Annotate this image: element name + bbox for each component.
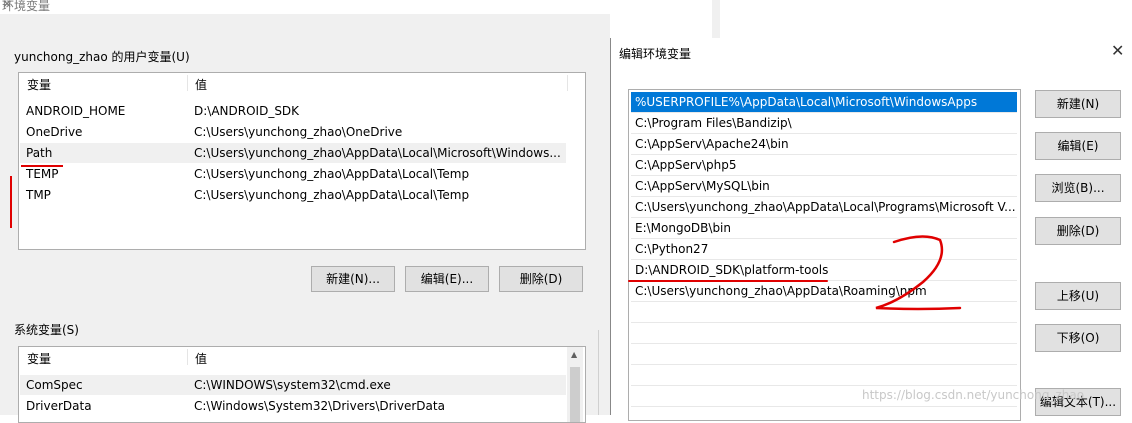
variable-value: C:\Users\yunchong_zhao\AppData\Local\Tem… — [194, 188, 470, 202]
move-up-button[interactable]: 上移(U) — [1035, 282, 1121, 310]
list-item[interactable]: C:\Program Files\Bandizip\ — [631, 113, 1017, 134]
red-vertical-annotation — [10, 176, 12, 228]
system-variables-label: 系统变量(S) — [14, 323, 79, 337]
browse-button[interactable]: 浏览(B)... — [1035, 174, 1121, 202]
table-row[interactable]: ANDROID_HOME D:\ANDROID_SDK — [20, 101, 566, 121]
table-header: 变量 值 — [19, 73, 585, 93]
variable-name: OneDrive — [26, 125, 83, 139]
path-text: E:\MongoDB\bin — [635, 221, 731, 235]
path-text: %USERPROFILE%\AppData\Local\Microsoft\Wi… — [635, 95, 978, 109]
variable-value: C:\Windows\System32\Drivers\DriverData — [194, 399, 445, 413]
handwritten-2-annotation — [875, 235, 962, 311]
scroll-up-arrow-icon[interactable]: ▲ — [571, 350, 577, 359]
path-text: C:\Users\yunchong_zhao\AppData\Local\Pro… — [635, 200, 1016, 214]
variable-name: DriverData — [26, 399, 92, 413]
column-divider — [187, 75, 188, 91]
dialog-title: 编辑环境变量 — [619, 47, 692, 61]
variable-name: TMP — [26, 188, 51, 202]
user-edit-button[interactable]: 编辑(E)... — [405, 266, 489, 292]
red-underline-annotation — [628, 280, 828, 282]
column-header-variable[interactable]: 变量 — [27, 350, 51, 367]
variable-name: ANDROID_HOME — [26, 104, 126, 118]
variable-name: TEMP — [26, 167, 59, 181]
new-button[interactable]: 新建(N) — [1035, 90, 1121, 118]
user-delete-button[interactable]: 删除(D) — [499, 266, 583, 292]
variable-value: D:\ANDROID_SDK — [194, 104, 300, 118]
edit-button[interactable]: 编辑(E) — [1035, 132, 1121, 160]
table-row[interactable]: TMP C:\Users\yunchong_zhao\AppData\Local… — [20, 185, 566, 205]
background-window — [712, 0, 1132, 38]
variable-value: C:\WINDOWS\system32\cmd.exe — [194, 378, 391, 392]
column-divider — [567, 75, 568, 91]
path-text: C:\Program Files\Bandizip\ — [635, 116, 792, 130]
list-item[interactable]: C:\AppServ\Apache24\bin — [631, 134, 1017, 155]
path-text: C:\AppServ\Apache24\bin — [635, 137, 789, 151]
user-new-button[interactable]: 新建(N)... — [311, 266, 395, 292]
list-item[interactable]: C:\Users\yunchong_zhao\AppData\Local\Pro… — [631, 197, 1017, 218]
variable-name: Path — [26, 146, 53, 160]
table-row[interactable]: TEMP C:\Users\yunchong_zhao\AppData\Loca… — [20, 164, 566, 184]
path-text: C:\AppServ\php5 — [635, 158, 737, 172]
scrollbar-thumb[interactable] — [570, 367, 580, 422]
background-scrollbar — [712, 0, 720, 38]
list-item-empty[interactable] — [631, 365, 1017, 386]
variable-name: ComSpec — [26, 378, 83, 392]
variable-value: C:\Users\yunchong_zhao\AppData\Local\Mic… — [194, 146, 561, 160]
close-icon[interactable]: ✕ — [2, 0, 12, 11]
vertical-scrollbar[interactable]: ▲ — [567, 347, 583, 422]
variable-value: C:\Users\yunchong_zhao\AppData\Local\Tem… — [194, 167, 470, 181]
list-item-empty[interactable] — [631, 323, 1017, 344]
list-item[interactable]: C:\AppServ\php5 — [631, 155, 1017, 176]
move-down-button[interactable]: 下移(O) — [1035, 324, 1121, 352]
column-header-variable[interactable]: 变量 — [27, 76, 51, 93]
table-row[interactable]: DriverData C:\Windows\System32\Drivers\D… — [20, 396, 566, 416]
system-variables-table[interactable]: 变量 值 ComSpec C:\WINDOWS\system32\cmd.exe… — [18, 346, 586, 423]
table-row-selected[interactable]: Path C:\Users\yunchong_zhao\AppData\Loca… — [20, 143, 566, 163]
column-header-value[interactable]: 值 — [195, 76, 207, 93]
list-item[interactable]: C:\AppServ\MySQL\bin — [631, 176, 1017, 197]
environment-variables-window: 环境变量 ✕ yunchong_zhao 的用户变量(U) 变量 值 ANDRO… — [0, 0, 610, 423]
list-item-selected[interactable]: %USERPROFILE%\AppData\Local\Microsoft\Wi… — [631, 92, 1017, 113]
delete-button[interactable]: 删除(D) — [1035, 217, 1121, 245]
column-divider — [187, 349, 188, 365]
watermark: https://blog.csdn.net/yunchong_zhao — [862, 388, 1085, 402]
variable-value: C:\Users\yunchong_zhao\OneDrive — [194, 125, 403, 139]
column-header-value[interactable]: 值 — [195, 350, 207, 367]
list-item-empty[interactable] — [631, 344, 1017, 365]
edit-environment-variable-dialog: 编辑环境变量 ✕ %USERPROFILE%\AppData\Local\Mic… — [610, 38, 1132, 421]
table-row[interactable]: ComSpec C:\WINDOWS\system32\cmd.exe — [20, 375, 566, 395]
table-row[interactable]: OneDrive C:\Users\yunchong_zhao\OneDrive — [20, 122, 566, 142]
user-variables-table[interactable]: 变量 值 ANDROID_HOME D:\ANDROID_SDK OneDriv… — [18, 72, 586, 250]
red-underline-annotation — [21, 165, 63, 167]
title-bar: 环境变量 ✕ — [0, 0, 610, 14]
user-variables-label: yunchong_zhao 的用户变量(U) — [14, 50, 190, 64]
table-header: 变量 值 — [19, 347, 585, 367]
divider — [598, 330, 599, 415]
path-text: C:\Python27 — [635, 242, 709, 256]
path-text: D:\ANDROID_SDK\platform-tools — [635, 263, 829, 277]
close-icon[interactable]: ✕ — [1111, 41, 1124, 60]
path-text: C:\AppServ\MySQL\bin — [635, 179, 770, 193]
